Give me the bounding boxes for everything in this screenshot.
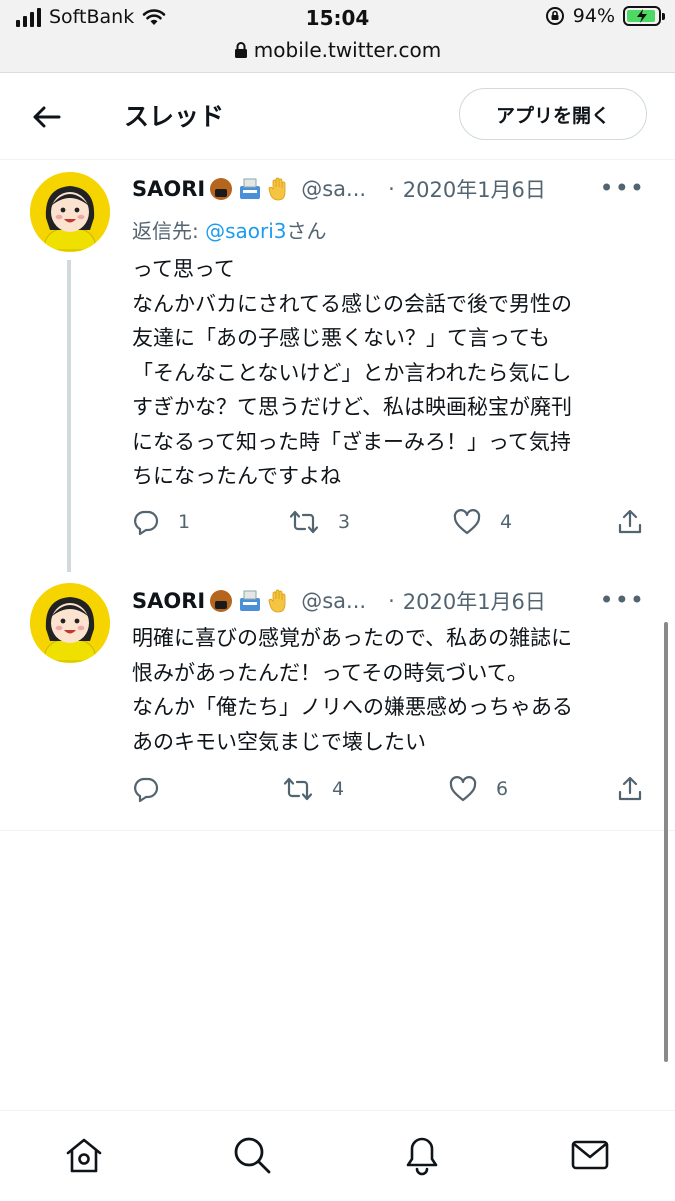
reply-button[interactable]: 1 <box>132 508 190 536</box>
retweet-icon <box>289 510 319 534</box>
tweet-line: になるって知った時「ざまーみろ！」って気持 <box>132 429 571 454</box>
user-handle[interactable]: @sa... <box>301 177 366 201</box>
display-name[interactable]: SAORI <box>132 589 205 613</box>
tweet-divider <box>0 830 675 831</box>
tweet-text: 明確に喜びの感覚があったので、私あの雑誌に 恨みがあったんだ！ってその時気づいて… <box>132 621 642 759</box>
envelope-icon[interactable] <box>568 1133 612 1177</box>
tweet-line: 恨みがあったんだ！ってその時気づいて。 <box>132 660 529 685</box>
reply-button[interactable] <box>132 775 178 803</box>
tweet-header: SAORI @sa... · 2020年1月6日 <box>132 586 546 616</box>
avatar-illustration <box>30 583 110 663</box>
like-count: 6 <box>496 778 509 800</box>
like-count: 4 <box>500 511 513 533</box>
battery-percent: 94% <box>572 5 615 27</box>
cash-register-emoji-icon <box>240 590 261 611</box>
tweet-line: 「そんなことないけど」とか言われたら気にし <box>132 360 572 385</box>
tweet-line: 友達に「あの子感じ悪くない？」て言っても <box>132 326 550 350</box>
reply-to-mention[interactable]: @saori3 <box>205 219 286 243</box>
reply-to-prefix: 返信先: <box>132 219 206 243</box>
lock-icon <box>234 42 247 58</box>
display-name[interactable]: SAORI <box>132 177 205 201</box>
tweet-date[interactable]: 2020年1月6日 <box>403 174 546 204</box>
address-bar[interactable]: mobile.twitter.com <box>0 38 675 62</box>
bottom-navigation <box>0 1110 675 1201</box>
reply-to: 返信先: @saori3さん <box>132 215 327 244</box>
onigiri-emoji-icon <box>210 590 233 612</box>
tweet[interactable]: SAORI @sa... · 2020年1月6日 ••• 返信先: @saori… <box>0 160 675 572</box>
more-options-icon[interactable]: ••• <box>600 586 645 614</box>
tweet-actions: 4 6 <box>132 775 652 815</box>
orientation-lock-icon <box>545 7 564 25</box>
tweet[interactable]: SAORI @sa... · 2020年1月6日 ••• 明確に喜びの感覚があっ… <box>0 570 675 830</box>
avatar[interactable] <box>30 172 110 252</box>
share-button[interactable] <box>616 508 644 536</box>
retweet-count: 3 <box>338 511 351 533</box>
cash-register-emoji-icon <box>240 178 261 199</box>
battery-icon <box>623 6 665 26</box>
avatar-illustration <box>30 172 110 252</box>
url-text: mobile.twitter.com <box>253 38 442 62</box>
heart-icon <box>453 509 481 535</box>
page-title: スレッド <box>124 102 225 131</box>
tweet-text: って思って なんかバカにされてる感じの会話で後で男性の 友達に「あの子感じ悪くな… <box>132 252 642 494</box>
tweet-date[interactable]: 2020年1月6日 <box>403 586 546 616</box>
tweet-actions: 1 3 4 <box>132 508 652 548</box>
tweet-line: なんかバカにされてる感じの会話で後で男性の <box>132 291 572 316</box>
home-icon[interactable] <box>62 1133 106 1177</box>
avatar[interactable] <box>30 583 110 663</box>
user-handle[interactable]: @sa... <box>301 589 366 613</box>
separator-dot: · <box>388 177 395 201</box>
bell-icon[interactable] <box>400 1133 444 1177</box>
heart-icon <box>449 776 477 802</box>
share-button[interactable] <box>616 775 644 803</box>
search-icon[interactable] <box>230 1133 274 1177</box>
scrollbar[interactable] <box>664 622 668 1062</box>
tweet-line: って思って <box>132 257 235 281</box>
raised-hand-emoji-icon <box>268 589 286 613</box>
thread-line <box>67 260 71 572</box>
open-app-button[interactable]: アプリを開く <box>459 88 647 140</box>
more-options-icon[interactable]: ••• <box>600 174 645 202</box>
separator-dot: · <box>388 589 395 613</box>
like-button[interactable]: 4 <box>452 508 512 536</box>
tweet-header: SAORI @sa... · 2020年1月6日 <box>132 174 546 204</box>
reply-count: 1 <box>178 511 191 533</box>
tweet-line: あのキモい空気まじで壊したい <box>132 729 426 754</box>
page-header: スレッド アプリを開く <box>0 73 675 160</box>
retweet-count: 4 <box>332 778 345 800</box>
retweet-button[interactable]: 3 <box>288 508 350 536</box>
like-button[interactable]: 6 <box>448 775 508 803</box>
speech-bubble-icon <box>134 777 159 803</box>
tweet-line: 明確に喜びの感覚があったので、私あの雑誌に <box>132 626 573 650</box>
retweet-button[interactable]: 4 <box>282 775 344 803</box>
tweet-line: すぎかな？て思うだけど、私は映画秘宝が廃刊 <box>132 395 572 419</box>
tweet-line: なんか「俺たち」ノリへの嫌悪感めっちゃある <box>132 695 573 719</box>
status-right: 94% <box>545 5 665 27</box>
name-emojis <box>209 176 291 202</box>
raised-hand-emoji-icon <box>268 177 286 201</box>
retweet-icon <box>283 777 313 801</box>
name-emojis <box>209 588 291 614</box>
speech-bubble-icon <box>134 510 159 536</box>
arrow-left-icon[interactable] <box>26 97 66 137</box>
share-icon <box>618 509 642 534</box>
onigiri-emoji-icon <box>210 178 233 200</box>
status-bar: SoftBank 15:04 94% mobile.twitter.com <box>0 0 675 73</box>
share-icon <box>618 776 642 801</box>
reply-to-suffix: さん <box>286 219 327 243</box>
tweet-line: ちになったんですよね <box>132 464 341 488</box>
